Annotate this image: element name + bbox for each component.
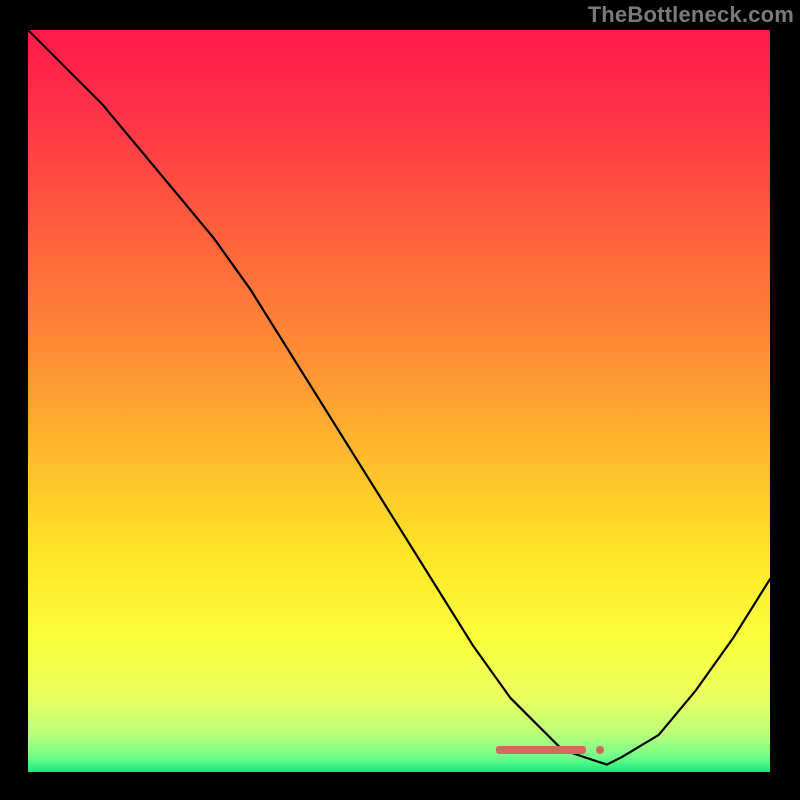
gradient-background — [28, 30, 770, 772]
plot-area — [28, 30, 770, 772]
chart-svg — [28, 30, 770, 772]
chart-frame: TheBottleneck.com — [0, 0, 800, 800]
watermark-text: TheBottleneck.com — [588, 2, 794, 28]
